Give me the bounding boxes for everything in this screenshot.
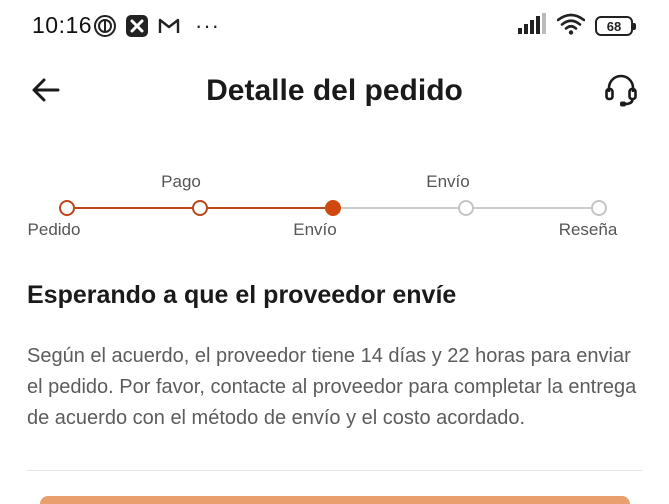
step-dot-envio-pending	[458, 200, 474, 216]
status-time: 10:16	[32, 12, 93, 38]
step-dot-resena	[591, 200, 607, 216]
progress-line-1	[75, 207, 192, 209]
step-dot-pago	[192, 200, 208, 216]
order-progress-tracker: Pedido Pago Envío Envío Reseña	[0, 165, 669, 255]
step-label-envio-current: Envío	[293, 220, 337, 239]
step-dot-pedido	[59, 200, 75, 216]
signal-icon	[517, 12, 547, 40]
progress-line-4	[474, 207, 591, 209]
step-label-pago: Pago	[161, 172, 201, 191]
headset-icon	[603, 72, 639, 113]
header: Detalle del pedido	[0, 62, 669, 122]
progress-line-3	[341, 207, 458, 209]
wifi-icon	[556, 13, 586, 40]
page-title: Detalle del pedido	[206, 74, 463, 107]
step-dot-envio-current	[325, 200, 341, 216]
battery-icon: 68	[595, 16, 636, 36]
progress-line-2	[208, 207, 325, 209]
step-label-pedido: Pedido	[27, 220, 81, 239]
notification-app-icon	[93, 14, 117, 38]
step-label-resena: Reseña	[558, 220, 618, 239]
support-button[interactable]	[601, 72, 641, 112]
bottom-action-button-partial[interactable]	[40, 496, 630, 504]
status-bar: 10:16 ··· 68	[0, 0, 669, 52]
app-x-icon	[125, 14, 149, 38]
gmail-icon	[157, 14, 181, 38]
more-indicator: ···	[195, 13, 220, 38]
system-icons: 68	[517, 12, 636, 40]
divider	[27, 470, 642, 471]
step-label-envio-pending: Envío	[426, 172, 470, 191]
status-description: Según el acuerdo, el proveedor tiene 14 …	[27, 345, 637, 429]
notification-icons: ···	[93, 13, 220, 39]
status-heading: Esperando a que el proveedor envíe	[27, 281, 457, 309]
